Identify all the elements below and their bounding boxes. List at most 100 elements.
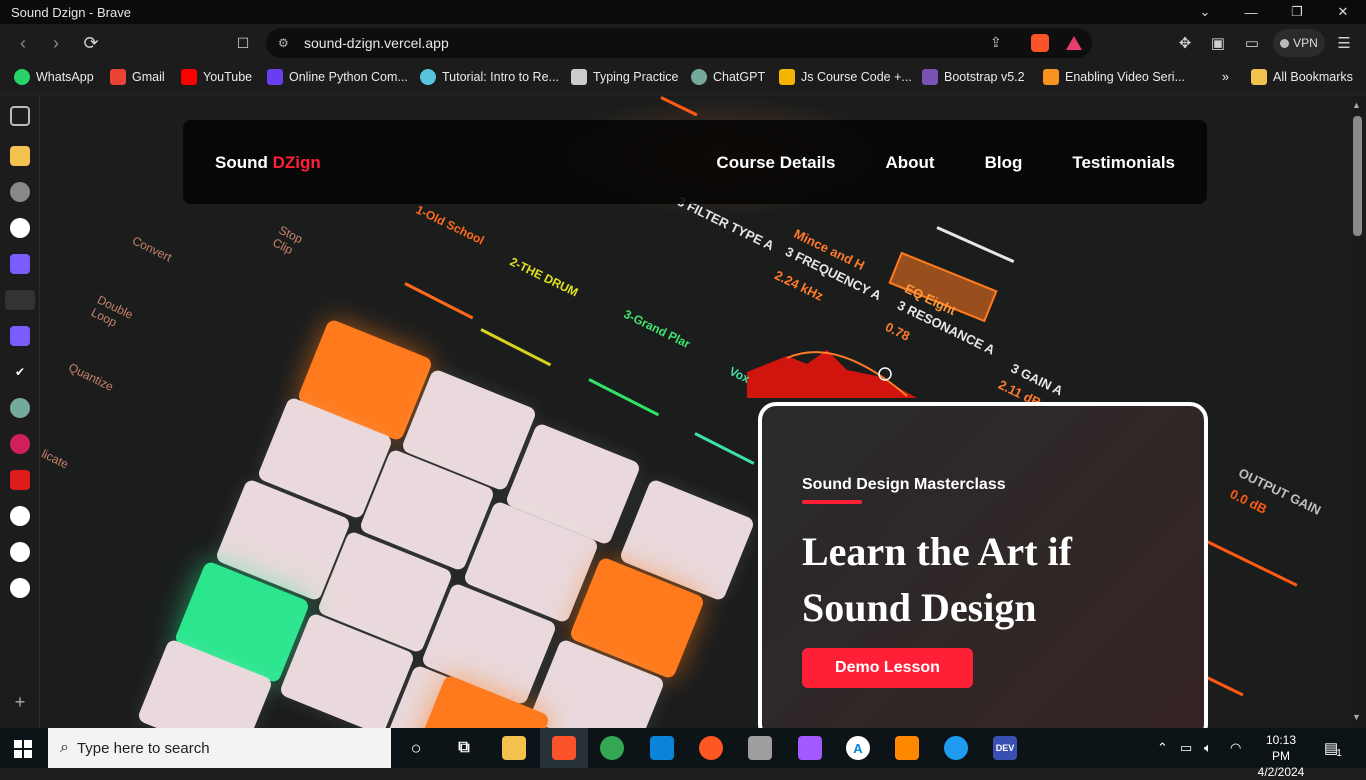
address-bar[interactable]: ⚙ sound-dzign.vercel.app ⇪ [266,28,1092,58]
vscode-icon[interactable] [650,736,674,760]
wallet-icon[interactable]: ▭ [1242,33,1262,53]
restore-button[interactable]: ❐ [1274,0,1320,24]
chevron-down-icon[interactable]: ⌄ [1182,0,1228,24]
nav-course-details[interactable]: Course Details [716,153,835,173]
search-placeholder: Type here to search [76,739,210,757]
devcpp-icon[interactable]: DEV [993,736,1017,760]
reload-button[interactable]: ⟳ [79,31,103,55]
site-logo[interactable]: Sound DZign [215,153,321,173]
sidebar-app-icon[interactable] [10,146,30,166]
bookmark-icon[interactable]: ☐ [231,31,255,55]
notifications-icon[interactable]: ▤ 1 [1324,728,1342,768]
clock-time: 10:13 PM [1265,733,1297,763]
taskbar-search[interactable]: ⌕ Type here to search [48,728,391,768]
nav-links: Course Details About Blog Testimonials [716,153,1175,173]
scrollbar-thumb[interactable] [1353,116,1362,236]
add-icon[interactable]: + [10,692,30,712]
windows-start-icon[interactable] [14,740,32,758]
brave-shields-icon[interactable] [1031,34,1049,52]
bookmark-whatsapp[interactable]: WhatsApp [14,68,94,86]
file-explorer-icon[interactable] [502,736,526,760]
bookmark-chatgpt[interactable]: ChatGPT [691,68,765,86]
minimize-button[interactable]: — [1228,0,1274,24]
github-icon[interactable] [10,218,30,238]
all-bookmarks[interactable]: All Bookmarks [1251,68,1353,86]
chatgpt-icon[interactable] [10,398,30,418]
vite-icon[interactable] [10,254,30,274]
wifi-icon[interactable]: ◠ [1230,728,1241,768]
react-icon[interactable] [10,434,30,454]
bookmark-react-tutorial[interactable]: Tutorial: Intro to Re... [420,68,559,86]
sidebar-toggle-icon[interactable]: ▣ [1208,33,1228,53]
bookmark-typing-practice[interactable]: Typing Practice [571,68,678,86]
search-icon: ⌕ [60,739,69,756]
site-navbar: Sound DZign Course Details About Blog Te… [183,120,1207,204]
sidebar-panel-icon[interactable] [10,106,30,126]
page-content: 1-Old School 2-THE DRUM 3-Grand Plar Vox… [41,96,1349,728]
chrome-icon[interactable] [600,736,624,760]
hero-underline [802,500,862,504]
nav-testimonials[interactable]: Testimonials [1072,153,1175,173]
vlc-icon[interactable] [895,736,919,760]
taskbar-clock[interactable]: 10:13 PM 4/2/2024 [1256,732,1306,780]
hero-eyebrow: Sound Design Masterclass [802,476,1006,493]
nike-icon[interactable]: ✔ [10,362,30,382]
vpn-button[interactable]: VPN [1273,29,1325,57]
audio-icon[interactable] [5,290,35,310]
windows-taskbar: ⌕ Type here to search ○ ⧉ A DEV ⌃ ▭ 🔈︎ ◠… [0,728,1366,779]
task-view-icon[interactable]: ⧉ [452,736,476,760]
nav-about[interactable]: About [885,153,934,173]
clock-date: 4/2/2024 [1257,765,1305,779]
stackoverflow-icon [1043,69,1059,85]
page-scrollbar[interactable]: ▲ ▼ [1349,96,1366,728]
brave-rewards-icon[interactable] [1065,34,1083,52]
edge-icon[interactable] [944,736,968,760]
url-text[interactable]: sound-dzign.vercel.app [304,35,449,51]
netflix-icon[interactable] [10,470,30,490]
share-icon[interactable]: ⇪ [990,34,1008,52]
cortana-icon[interactable]: ○ [404,736,428,760]
bookmark-enabling-video[interactable]: Enabling Video Seri... [1043,68,1185,86]
site-settings-icon[interactable]: ⚙ [278,36,289,50]
brave-icon[interactable] [552,736,576,760]
vercel-icon[interactable] [10,578,30,598]
github-icon[interactable] [10,542,30,562]
device-label: licate [41,446,71,472]
close-button[interactable]: ✕ [1320,0,1366,24]
device-label: 3-Grand Plar [621,306,693,352]
bookmark-online-python[interactable]: Online Python Com... [267,68,408,86]
forward-button[interactable]: › [44,31,68,55]
bookmarks-bar: WhatsApp Gmail YouTube Online Python Com… [0,62,1366,92]
eq-curve [747,350,917,398]
tools-icon[interactable] [748,736,772,760]
device-label: Convert [130,233,174,265]
vpn-label: VPN [1293,36,1318,50]
hero-card: Sound Design Masterclass Learn the Art i… [758,402,1208,728]
vite-icon[interactable] [10,326,30,346]
bookmark-youtube[interactable]: YouTube [181,68,252,86]
bookmark-js-course[interactable]: Js Course Code +... [779,68,912,86]
app-icon[interactable]: A [846,736,870,760]
python-icon [267,69,283,85]
globe-icon[interactable] [10,182,30,202]
bookmark-bootstrap[interactable]: Bootstrap v5.2 [922,68,1025,86]
scroll-down-icon[interactable]: ▼ [1352,712,1361,722]
github-icon[interactable] [10,506,30,526]
figma-icon[interactable] [798,736,822,760]
hero-headline: Learn the Art if Sound Design [802,529,1072,630]
extensions-icon[interactable]: ✥ [1175,33,1195,53]
network-icon[interactable]: ▭ [1180,728,1192,768]
back-button[interactable]: ‹ [11,31,35,55]
tray-chevron-icon[interactable]: ⌃ [1157,728,1168,768]
gmail-icon [110,69,126,85]
scroll-up-icon[interactable]: ▲ [1352,100,1361,110]
bookmark-gmail[interactable]: Gmail [110,68,165,86]
menu-icon[interactable]: ☰ [1334,33,1354,53]
nav-blog[interactable]: Blog [985,153,1023,173]
bookmarks-overflow[interactable]: » [1222,68,1229,86]
volume-icon[interactable]: 🔈︎ [1204,728,1212,768]
device-label: 2-THE DRUM [507,254,581,300]
demo-lesson-button[interactable]: Demo Lesson [802,648,973,688]
react-icon [420,69,436,85]
postman-icon[interactable] [699,736,723,760]
